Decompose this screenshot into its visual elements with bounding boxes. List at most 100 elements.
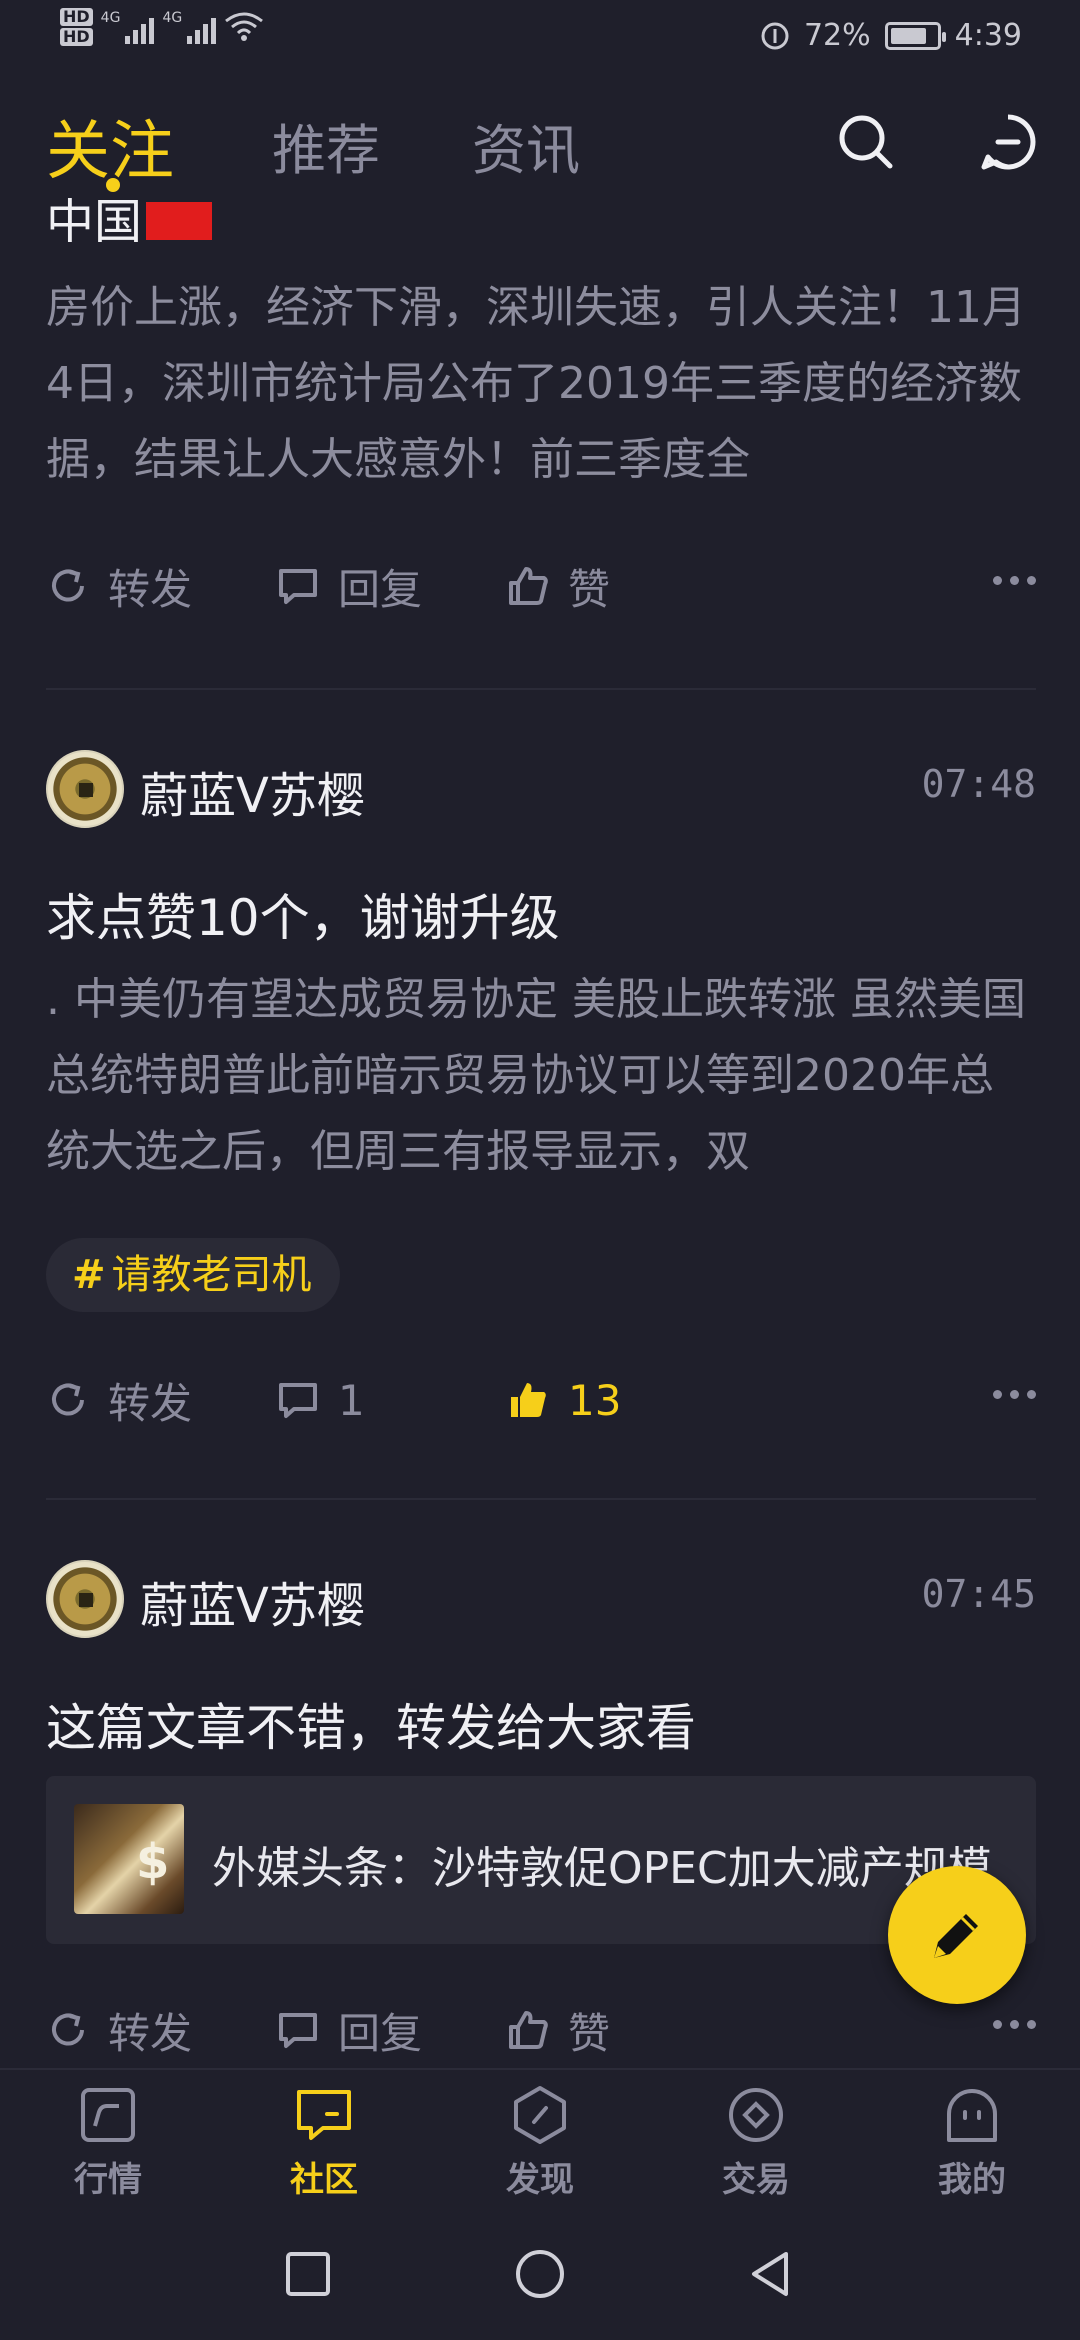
profile-icon (947, 2089, 997, 2142)
tab-recommended[interactable]: 推荐 (272, 106, 380, 185)
post1-repost-button[interactable]: 转发 (46, 1370, 192, 1430)
post2-author[interactable]: 蔚蓝V苏樱 (140, 1566, 365, 1636)
market-icon (81, 2088, 135, 2142)
post0-body[interactable]: 房价上涨，经济下滑，深圳失速，引人关注！11月4日，深圳市统计局公布了2019年… (46, 270, 1036, 498)
nav-market-label: 行情 (74, 2160, 142, 2200)
post1-like-button[interactable]: 13 (506, 1370, 621, 1430)
hashtag-icon: # (72, 1252, 106, 1298)
net2-label: 4G (162, 10, 183, 26)
post2-more-icon[interactable] (993, 2020, 1036, 2029)
post1-body[interactable]: . 中美仍有望达成贸易协定 美股止跌转涨 虽然美国总统特朗普此前暗示贸易协议可以… (46, 962, 1036, 1190)
trade-icon (729, 2088, 783, 2142)
signal-1-icon: 4G (101, 10, 155, 44)
post0-reply-button[interactable]: 回复 (276, 556, 422, 616)
post1-like-count: 13 (568, 1375, 622, 1425)
comment-icon (279, 569, 317, 604)
recent-apps-icon[interactable] (280, 2246, 336, 2302)
post2-time: 07:45 (921, 1572, 1036, 1616)
nav-discover-label: 发现 (506, 2160, 574, 2200)
status-bar: HD HD 4G 4G 72% 4:39 (0, 0, 1080, 72)
post1-title[interactable]: 求点赞10个，谢谢升级 (46, 878, 1036, 950)
message-icon[interactable] (978, 112, 1038, 172)
post2-actions: 转发 回复 赞 (46, 2000, 1036, 2060)
post2-repost-label: 转发 (108, 2008, 193, 2058)
system-nav-bar (0, 2210, 1080, 2340)
shared-article-card[interactable]: $ 外媒头条：沙特敦促OPEC加大减产规模 (46, 1776, 1036, 1944)
discover-icon (514, 2086, 566, 2144)
post2-header: 蔚蓝V苏樱 07:45 (46, 1560, 1036, 1640)
pencil-icon (934, 1914, 978, 1958)
divider (46, 688, 1036, 690)
post1-more-icon[interactable] (993, 1390, 1036, 1399)
community-icon (297, 2090, 351, 2140)
thumbs-up-icon (509, 567, 548, 605)
post0-like-label: 赞 (568, 564, 611, 614)
post1-reply-count: 1 (338, 1375, 365, 1425)
thumbs-up-icon (509, 2011, 548, 2049)
clock: 4:39 (954, 18, 1022, 53)
battery-percent: 72% (803, 18, 871, 53)
nav-community-label: 社区 (290, 2160, 358, 2200)
hd-indicators: HD HD (60, 8, 93, 46)
post0-reply-label: 回复 (338, 564, 423, 614)
hd1-label: HD (60, 8, 93, 26)
nav-trade-label: 交易 (722, 2160, 790, 2200)
post0-repost-label: 转发 (108, 564, 193, 614)
china-flag-icon (146, 202, 213, 240)
top-tabs: 关注 推荐 资讯 (0, 100, 1080, 210)
post1-actions: 转发 1 13 (46, 1370, 1036, 1430)
search-icon[interactable] (836, 112, 896, 172)
repost-icon (52, 2013, 84, 2046)
active-tab-indicator (106, 178, 120, 192)
screen: HD HD 4G 4G 72% 4:39 关注 推荐 资讯 中国 房价上涨，经济… (0, 0, 1080, 2340)
nav-discover[interactable]: 发现 (460, 2084, 620, 2201)
home-icon[interactable] (512, 2246, 568, 2302)
post1-author[interactable]: 蔚蓝V苏樱 (140, 756, 365, 826)
avatar[interactable] (46, 750, 124, 828)
compose-button[interactable] (888, 1866, 1026, 2004)
hd2-label: HD (60, 28, 93, 46)
post2-like-button[interactable]: 赞 (506, 2000, 610, 2060)
post0-title-partial: 中国 (46, 198, 213, 242)
thumbs-up-filled-icon (511, 1383, 546, 1417)
repost-icon (52, 569, 84, 602)
post0-repost-button[interactable]: 转发 (46, 556, 192, 616)
avatar[interactable] (46, 1560, 124, 1638)
status-left: HD HD 4G 4G (60, 8, 264, 46)
post0-actions: 转发 回复 赞 (46, 556, 1036, 616)
wifi-icon (225, 12, 264, 41)
post2-repost-button[interactable]: 转发 (46, 2000, 192, 2060)
post1-reply-button[interactable]: 1 (276, 1370, 365, 1430)
nav-trade[interactable]: 交易 (676, 2084, 836, 2201)
post0-title-text: 中国 (46, 198, 143, 242)
nav-profile-label: 我的 (938, 2160, 1006, 2200)
post0-like-button[interactable]: 赞 (506, 556, 610, 616)
post2-like-label: 赞 (568, 2008, 611, 2058)
repost-icon (52, 1383, 84, 1416)
signal-2-icon: 4G (162, 10, 217, 44)
post1-tag-label: 请教老司机 (111, 1252, 312, 1298)
tab-news[interactable]: 资讯 (472, 106, 580, 185)
status-right: 72% 4:39 (760, 18, 1022, 53)
post2-title[interactable]: 这篇文章不错，转发给大家看 (46, 1688, 1036, 1760)
battery-icon (884, 21, 946, 50)
dollar-icon: $ (136, 1834, 170, 1890)
post0-more-icon[interactable] (993, 576, 1036, 585)
post1-tag[interactable]: # 请教老司机 (46, 1238, 340, 1312)
comment-icon (279, 2013, 317, 2048)
divider (46, 1498, 1036, 1500)
post1-repost-label: 转发 (108, 1378, 193, 1428)
post1-time: 07:48 (921, 762, 1036, 806)
battery-saver-icon (761, 22, 789, 49)
comment-icon (279, 1383, 317, 1418)
nav-market[interactable]: 行情 (28, 2084, 188, 2201)
nav-community[interactable]: 社区 (244, 2084, 404, 2201)
back-icon[interactable] (742, 2246, 798, 2302)
post2-reply-button[interactable]: 回复 (276, 2000, 422, 2060)
net1-label: 4G (100, 10, 121, 26)
bottom-nav: 行情 社区 发现 交易 我的 (0, 2068, 1080, 2210)
post2-reply-label: 回复 (338, 2008, 423, 2058)
nav-profile[interactable]: 我的 (892, 2084, 1052, 2201)
article-thumbnail: $ (74, 1804, 184, 1914)
post1-header: 蔚蓝V苏樱 07:48 (46, 750, 1036, 830)
